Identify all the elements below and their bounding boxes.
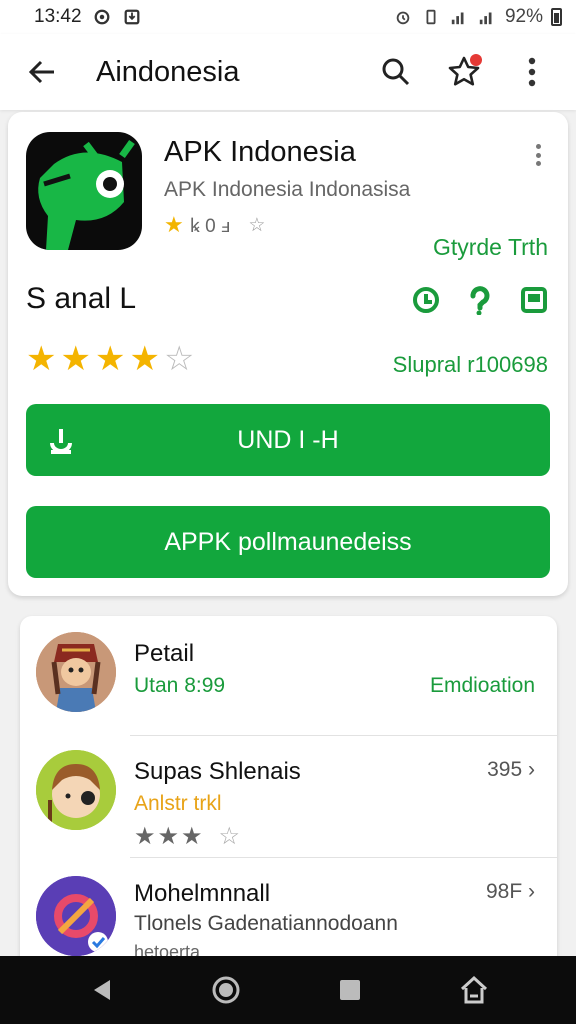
rating-stars-text: ★★★ [134, 823, 205, 850]
square-recent-icon [340, 980, 360, 1000]
more-vert-icon [528, 57, 536, 87]
star-empty-icon: ☆ [163, 340, 195, 378]
share-button[interactable] [410, 284, 442, 316]
rating-stars: ★ ★ ★ ★ ☆ [26, 342, 194, 376]
app-bar: Aindonesia [0, 34, 576, 110]
app-subtitle: APK Indonesia Indonasisa [164, 178, 411, 201]
list-item-title: Petail [134, 640, 195, 667]
list-item-subtitle: Tlonels Gadenatiannodoann [134, 912, 398, 935]
avatar [36, 750, 116, 830]
signal-icon [451, 12, 464, 25]
status-time: 13:42 [34, 6, 82, 27]
list-item[interactable]: Petail Utan 8:99 Emdioation [20, 616, 557, 736]
apk-download-button[interactable]: APPK pollmaunedeiss [26, 506, 550, 578]
list-item-subtitle: Anlstr trkl [134, 792, 222, 815]
apk-button-label: APPK pollmaunedeiss [164, 527, 412, 556]
star-filled-icon: ★ [26, 340, 57, 378]
mini-rating: ★ ꝃ 0 ⅎ ☆ [164, 212, 265, 238]
star-empty-icon: ☆ [218, 823, 243, 850]
star-outline-icon: ☆ [248, 214, 266, 236]
back-button[interactable] [12, 42, 72, 102]
window-icon [521, 287, 547, 313]
list-item-action[interactable]: Emdioation [430, 674, 535, 698]
app-detail-card: APK Indonesia APK Indonesia Indonasisa ★… [8, 112, 568, 596]
install-icon [50, 429, 72, 454]
circle-home-icon [212, 976, 240, 1004]
nav-extra-button[interactable] [450, 966, 498, 1014]
list-item[interactable]: Supas Shlenais Anlstr trkl ★★★ ☆ 395 › [20, 736, 557, 858]
card-more-button[interactable] [528, 140, 548, 170]
star-icon: ★ [164, 212, 184, 237]
list-item-rating: ★★★ ☆ [134, 822, 242, 851]
favorite-badge [470, 54, 482, 66]
vibrate-icon [426, 9, 436, 25]
list-item-title: Mohelmnnall [134, 880, 271, 907]
list-item-subtitle: Utan 8:99 [134, 674, 226, 697]
action-icons [410, 284, 550, 316]
size-label: S anal L [26, 282, 137, 315]
star-filled-icon: ★ [94, 340, 126, 378]
nav-home-button[interactable] [202, 966, 250, 1014]
related-list: Petail Utan 8:99 Emdioation Supas Shlena… [20, 616, 557, 976]
list-item-action[interactable]: 395 › [487, 758, 535, 782]
window-button[interactable] [518, 284, 550, 316]
alarm-icon [396, 11, 410, 25]
battery-icon [551, 8, 562, 26]
status-bar: 13:42 92% [0, 0, 576, 34]
list-item-action[interactable]: 98F › [486, 880, 535, 904]
app-logo [26, 132, 142, 250]
navigation-bar [0, 956, 576, 1024]
home-outline-icon [460, 975, 488, 1004]
battery-percent: 92% [504, 6, 543, 27]
signal-icon-2 [479, 12, 492, 25]
nav-recents-button[interactable] [326, 966, 374, 1014]
downloads-count: Slupral r100698 [392, 352, 548, 377]
favorite-button[interactable] [440, 48, 488, 96]
more-options-button[interactable] [508, 48, 556, 96]
page-title: Aindonesia [96, 55, 240, 88]
developer-link[interactable]: Gtyrde Trth [433, 234, 548, 261]
app-name: APK Indonesia [164, 136, 356, 168]
avatar [36, 876, 116, 956]
star-filled-icon: ★ [129, 340, 160, 378]
install-button-label: UND I -H [237, 425, 339, 454]
star-filled-icon: ★ [60, 340, 91, 378]
list-item-title: Supas Shlenais [134, 758, 301, 785]
notification-icon [94, 9, 109, 25]
nav-back-button[interactable] [78, 966, 126, 1014]
help-icon [470, 286, 490, 315]
download-notify-icon [124, 9, 139, 25]
triangle-back-icon [94, 980, 110, 1000]
help-button[interactable] [464, 284, 496, 316]
install-button[interactable]: UND I -H [26, 404, 550, 476]
search-icon [382, 58, 410, 86]
mini-rating-text: ꝃ 0 ⅎ [189, 216, 231, 237]
avatar [36, 632, 116, 712]
arrow-left-icon [28, 60, 54, 84]
search-button[interactable] [372, 48, 420, 96]
share-icon [413, 287, 439, 313]
